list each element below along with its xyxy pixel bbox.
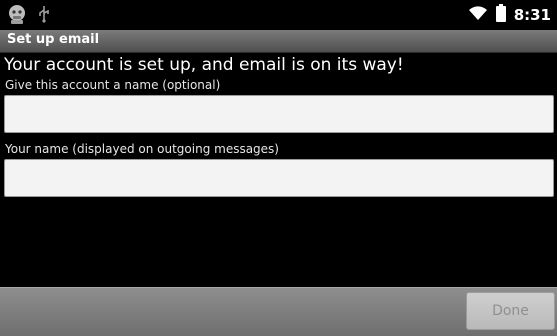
page-title: Set up email: [7, 32, 100, 47]
your-name-label: Your name (displayed on outgoing message…: [5, 142, 279, 156]
account-name-field[interactable]: [4, 95, 554, 133]
android-notification-icon[interactable]: [6, 3, 28, 29]
status-time: 8:31: [513, 6, 551, 24]
battery-icon: [495, 4, 506, 26]
usb-icon: [38, 5, 50, 27]
wifi-icon: [468, 5, 488, 25]
setup-complete-headline: Your account is set up, and email is on …: [4, 55, 404, 75]
done-button[interactable]: Done: [466, 292, 555, 330]
account-name-label: Give this account a name (optional): [5, 78, 221, 92]
your-name-field[interactable]: [4, 159, 554, 197]
title-bar: Set up email: [0, 30, 557, 53]
status-bar: 8:31: [0, 0, 557, 30]
